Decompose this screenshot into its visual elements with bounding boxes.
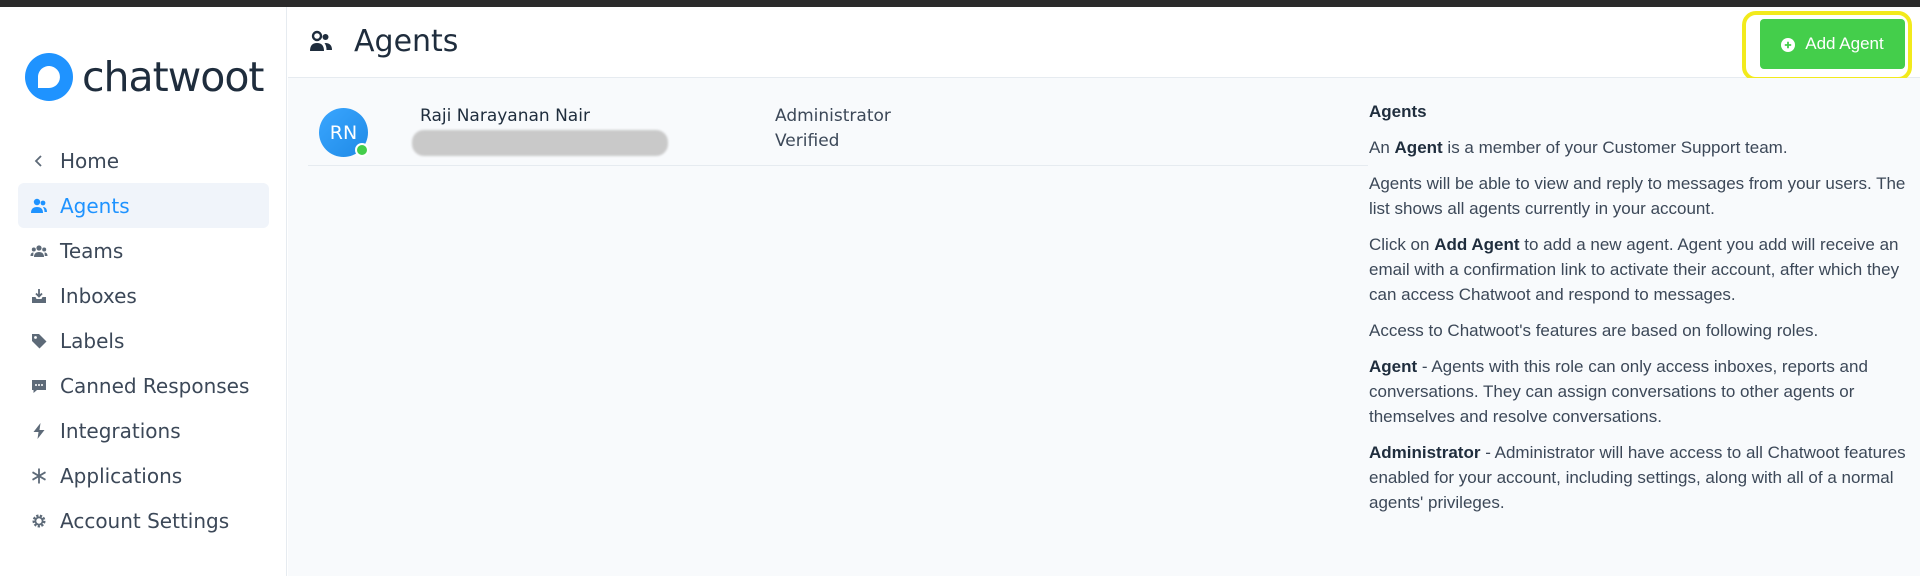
sidebar-item-label: Home [60, 148, 120, 173]
chatwoot-logo-icon [24, 52, 74, 102]
sidebar-item-label: Account Settings [60, 508, 230, 533]
asterisk-icon [28, 465, 50, 487]
chat-icon [28, 375, 50, 397]
online-status-dot [355, 143, 369, 157]
help-paragraph: Click on Add Agent to add a new agent. A… [1369, 235, 1900, 304]
help-title: Agents [1369, 102, 1427, 121]
help-panel: Agents An Agent is a member of your Cust… [1369, 99, 1914, 526]
main-panel: Agents Add Agent RN Raji Narayanan Nair … [288, 7, 1920, 576]
table-row[interactable]: RN Raji Narayanan Nair Administrator Ver… [308, 98, 1368, 166]
page-title: Agents [354, 23, 459, 59]
people-icon [306, 26, 336, 56]
redacted-email [412, 130, 668, 156]
gear-icon [28, 510, 50, 532]
sidebar-item-integrations[interactable]: Integrations [18, 408, 269, 453]
sidebar-item-label: Teams [60, 238, 124, 263]
bolt-icon [28, 420, 50, 442]
sidebar-item-labels[interactable]: Labels [18, 318, 269, 363]
page-title-group: Agents [306, 21, 458, 61]
help-paragraph: Agent - Agents with this role can only a… [1369, 357, 1868, 426]
plus-circle-icon [1781, 37, 1796, 52]
agent-name: Raji Narayanan Nair [420, 106, 590, 126]
help-paragraph: Administrator - Administrator will have … [1369, 443, 1906, 512]
sidebar-item-teams[interactable]: Teams [18, 228, 269, 273]
agent-verification-status: Verified [775, 131, 840, 151]
help-paragraph: An Agent is a member of your Customer Su… [1369, 138, 1788, 157]
sidebar-item-label: Inboxes [60, 283, 137, 308]
add-agent-label: Add Agent [1805, 34, 1884, 53]
team-icon [28, 240, 50, 262]
sidebar-item-inboxes[interactable]: Inboxes [18, 273, 269, 318]
sidebar-item-account-settings[interactable]: Account Settings [18, 498, 269, 543]
agents-table: RN Raji Narayanan Nair Administrator Ver… [308, 98, 1368, 166]
inbox-icon [28, 285, 50, 307]
content-area: RN Raji Narayanan Nair Administrator Ver… [288, 78, 1920, 576]
sidebar-item-label: Labels [60, 328, 125, 353]
chevron-left-icon [28, 150, 50, 172]
sidebar-item-label: Applications [60, 463, 183, 488]
help-paragraph: Agents will be able to view and reply to… [1369, 174, 1906, 218]
help-paragraph: Access to Chatwoot's features are based … [1369, 321, 1819, 340]
page-header: Agents Add Agent [288, 7, 1920, 81]
brand-name: chatwoot [82, 53, 265, 101]
sidebar-item-agents[interactable]: Agents [18, 183, 269, 228]
sidebar-item-label: Integrations [60, 418, 181, 443]
sidebar-item-label: Canned Responses [60, 373, 250, 398]
tag-icon [28, 330, 50, 352]
add-agent-button[interactable]: Add Agent [1760, 19, 1905, 69]
agent-role: Administrator [775, 106, 891, 126]
sidebar: chatwoot Home Agents Teams Inboxes Label… [0, 7, 287, 576]
window-top-bar [0, 0, 1920, 7]
brand-logo[interactable]: chatwoot [24, 47, 265, 107]
sidebar-item-applications[interactable]: Applications [18, 453, 269, 498]
sidebar-item-label: Agents [60, 193, 130, 218]
sidebar-item-home[interactable]: Home [18, 138, 269, 183]
sidebar-item-canned-responses[interactable]: Canned Responses [18, 363, 269, 408]
sidebar-nav: Home Agents Teams Inboxes Labels Canned … [18, 138, 269, 543]
people-icon [28, 195, 50, 217]
